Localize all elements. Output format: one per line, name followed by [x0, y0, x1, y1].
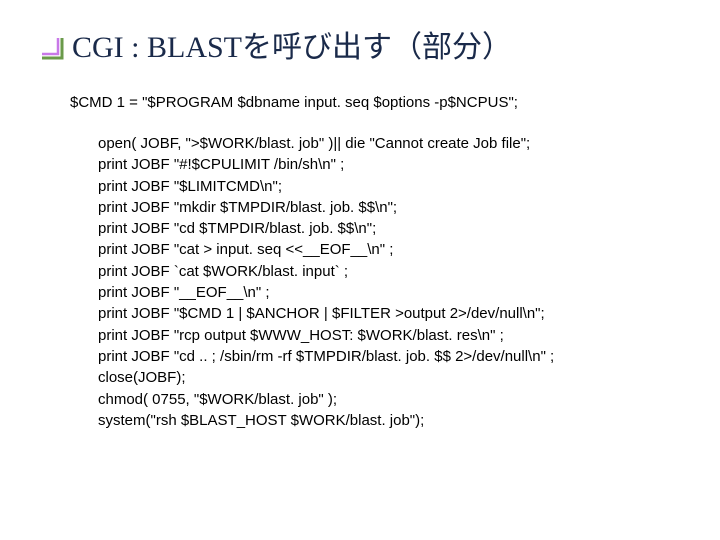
- code-line: print JOBF "#!$CPULIMIT /bin/sh\n" ;: [98, 154, 680, 175]
- code-line: chmod( 0755, "$WORK/blast. job" );: [98, 389, 680, 410]
- code-line: print JOBF "rcp output $WWW_HOST: $WORK/…: [98, 325, 680, 346]
- title-row: CGI : BLASTを呼び出す（部分）: [40, 30, 680, 66]
- code-line: print JOBF "mkdir $TMPDIR/blast. job. $$…: [98, 197, 680, 218]
- corner-decoration-icon: [40, 36, 64, 60]
- code-line: system("rsh $BLAST_HOST $WORK/blast. job…: [98, 410, 680, 431]
- code-line: print JOBF "cat > input. seq <<__EOF__\n…: [98, 239, 680, 260]
- code-line: print JOBF "cd .. ; /sbin/rm -rf $TMPDIR…: [98, 346, 680, 367]
- code-line: print JOBF "cd $TMPDIR/blast. job. $$\n"…: [98, 218, 680, 239]
- code-line: open( JOBF, ">$WORK/blast. job" )|| die …: [98, 133, 680, 154]
- slide: CGI : BLASTを呼び出す（部分） $CMD 1 = "$PROGRAM …: [0, 0, 720, 451]
- code-line: print JOBF "$CMD 1 | $ANCHOR | $FILTER >…: [98, 303, 680, 324]
- code-line: print JOBF `cat $WORK/blast. input` ;: [98, 261, 680, 282]
- cmd-def-line: $CMD 1 = "$PROGRAM $dbname input. seq $o…: [70, 94, 680, 111]
- code-block: open( JOBF, ">$WORK/blast. job" )|| die …: [98, 133, 680, 431]
- code-line: print JOBF "__EOF__\n" ;: [98, 282, 680, 303]
- code-line: print JOBF "$LIMITCMD\n";: [98, 176, 680, 197]
- page-title: CGI : BLASTを呼び出す（部分）: [72, 30, 512, 66]
- code-line: close(JOBF);: [98, 367, 680, 388]
